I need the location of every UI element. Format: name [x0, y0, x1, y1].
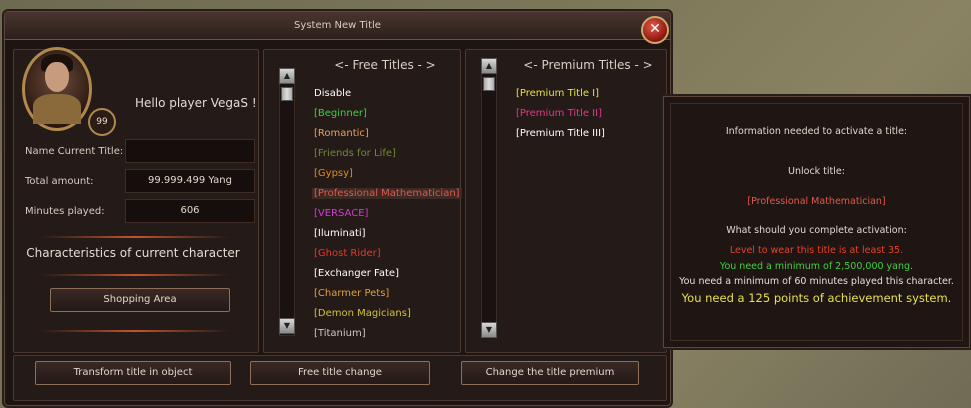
avatar-body: [33, 94, 81, 124]
activation-info-panel: Information needed to activate a title: …: [663, 96, 970, 348]
divider-bottom: [40, 330, 230, 332]
free-title-change-button[interactable]: Free title change: [250, 361, 430, 385]
requirement-achievement: You need a 125 points of achievement sys…: [681, 291, 952, 305]
title-list-item[interactable]: [Premium Title III]: [516, 128, 605, 139]
character-heading: Characteristics of current character: [26, 246, 240, 260]
title-list-item[interactable]: [Charmer Pets]: [314, 288, 389, 299]
minutes-played-value: 606: [125, 199, 255, 223]
requirement-yang: You need a minimum of 2,500,000 yang.: [719, 261, 914, 272]
premium-scroll-down-icon[interactable]: ▼: [481, 322, 497, 338]
title-list-item[interactable]: [Premium Title I]: [516, 88, 599, 99]
title-list-item[interactable]: [Romantic]: [314, 128, 369, 139]
unlock-value: [Professional Mathematician]: [747, 196, 886, 207]
premium-scroll-thumb[interactable]: [483, 77, 495, 91]
free-titles-scrollbar[interactable]: [279, 68, 295, 336]
free-titles-heading: <- Free Titles - >: [334, 58, 436, 72]
title-list-item[interactable]: [Titanium]: [314, 328, 366, 339]
close-button[interactable]: ✕: [641, 16, 669, 44]
title-list-item[interactable]: [Premium Title II]: [516, 108, 602, 119]
unlock-label: Unlock title:: [788, 166, 845, 177]
title-list-item[interactable]: [Exchanger Fate]: [314, 268, 399, 279]
activation-question: What should you complete activation:: [726, 225, 907, 236]
title-list-item[interactable]: Disable: [314, 88, 351, 99]
title-list-item[interactable]: [Ghost Rider]: [314, 248, 381, 259]
free-scroll-thumb[interactable]: [281, 87, 293, 101]
shopping-area-button[interactable]: Shopping Area: [50, 288, 230, 312]
requirement-minutes: You need a minimum of 60 minutes played …: [679, 276, 954, 287]
title-list-item[interactable]: [Demon Magicians]: [314, 308, 411, 319]
free-scroll-up-icon[interactable]: ▲: [279, 68, 295, 84]
premium-titles-scrollbar[interactable]: [481, 58, 497, 338]
divider-top: [40, 236, 230, 238]
name-title-label: Name Current Title:: [25, 146, 124, 157]
avatar-face: [45, 62, 69, 92]
window-title: System New Title: [5, 12, 670, 40]
premium-title-change-button[interactable]: Change the title premium: [461, 361, 639, 385]
transform-title-button[interactable]: Transform title in object: [35, 361, 231, 385]
title-list-item[interactable]: [Professional Mathematician]: [312, 188, 462, 199]
greeting-text: Hello player VegaS !: [135, 96, 257, 110]
free-scroll-down-icon[interactable]: ▼: [279, 318, 295, 334]
level-badge: 99: [88, 108, 116, 136]
title-list-item[interactable]: [VERSACE]: [314, 208, 368, 219]
title-list-item[interactable]: [Friends for Life]: [314, 148, 396, 159]
premium-titles-heading: <- Premium Titles - >: [523, 58, 653, 72]
name-title-field: [125, 139, 255, 163]
premium-scroll-up-icon[interactable]: ▲: [481, 58, 497, 74]
requirement-level: Level to wear this title is at least 35.: [729, 245, 904, 256]
total-amount-value: 99.999.499 Yang: [125, 169, 255, 193]
title-list-item[interactable]: [Iluminati]: [314, 228, 366, 239]
title-list-item[interactable]: [Gypsy]: [314, 168, 353, 179]
minutes-played-label: Minutes played:: [25, 206, 105, 217]
title-list-item[interactable]: [Beginner]: [314, 108, 367, 119]
divider-mid: [40, 274, 230, 276]
avatar: [22, 47, 92, 131]
total-amount-label: Total amount:: [25, 176, 94, 187]
info-heading: Information needed to activate a title:: [725, 126, 908, 137]
info-inner-border: [670, 103, 963, 341]
